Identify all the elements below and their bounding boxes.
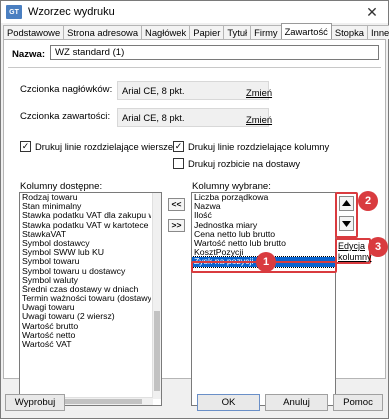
list-item[interactable]: Średni czas dostawy w dniach <box>20 285 151 294</box>
list-item[interactable]: Nazwa <box>192 202 335 211</box>
delivery-breakdown-label: Drukuj rozbicie na dostawy <box>188 158 301 169</box>
list-item[interactable]: Symbol towaru <box>20 257 151 266</box>
name-label: Nazwa: <box>12 49 46 60</box>
list-item[interactable]: Stawka podatku VAT w kartotece t <box>20 221 151 230</box>
arrow-up-icon <box>342 200 351 206</box>
available-items: Rodzaj towaru Stan minimalny Stawka podatk… <box>20 193 161 349</box>
edit-columns-line1: Edycja <box>338 241 366 251</box>
available-columns-label: Kolumny dostępne: <box>20 181 103 192</box>
list-item[interactable]: Symbol waluty <box>20 276 151 285</box>
list-item[interactable]: Rodzaj towaru <box>20 193 151 202</box>
tab-7[interactable]: Stopka <box>330 25 369 39</box>
close-icon[interactable]: ✕ <box>364 4 380 20</box>
selected-columns-list[interactable]: Liczba porządkowa Nazwa Ilość Jednostka mia… <box>191 192 336 406</box>
tab-4[interactable]: Tytuł <box>223 25 252 39</box>
list-item[interactable]: Liczba porządkowa <box>192 193 335 202</box>
available-columns-list[interactable]: Rodzaj towaru Stan minimalny Stawka podatk… <box>19 192 162 406</box>
window-title: Wzorzec wydruku <box>28 6 115 18</box>
ok-button[interactable]: OK <box>197 394 260 411</box>
move-down-button[interactable] <box>339 216 354 231</box>
list-item[interactable]: Cena netto lub brutto <box>192 230 335 239</box>
list-item[interactable]: Symbol dostawcy <box>20 239 151 248</box>
print-template-dialog: GT Wzorzec wydruku ✕ Podstawowe Strona ad… <box>0 0 389 419</box>
list-item[interactable]: Stan minimalny <box>20 202 151 211</box>
list-item[interactable]: Uwagi towaru <box>20 303 151 312</box>
list-item[interactable]: Symbol towaru u dostawcy <box>20 267 151 276</box>
move-up-button[interactable] <box>339 196 354 211</box>
list-item[interactable]: Wartość netto <box>20 331 151 340</box>
list-item[interactable]: Ilość <box>192 211 335 220</box>
row-lines-checkbox[interactable]: ✓ Drukuj linie rozdzielające wiersze <box>20 141 173 152</box>
list-item[interactable]: Wartość netto lub brutto <box>192 239 335 248</box>
cancel-label: Anuluj <box>283 397 310 408</box>
help-label: Pomoc <box>343 397 373 408</box>
print-test-button[interactable]: Wyprobuj <box>5 394 65 411</box>
list-item[interactable]: Wartość VAT <box>20 340 151 349</box>
list-item[interactable]: Wartość brutto <box>20 322 151 331</box>
tab-strip: Podstawowe Strona adresowa Nagłówek Papier T… <box>3 23 389 39</box>
list-item[interactable]: Termin ważności towaru (dostawy) <box>20 294 151 303</box>
annotation-badge-3: 3 <box>368 237 388 257</box>
remove-all-button[interactable]: >> <box>168 219 185 232</box>
selected-columns-label: Kolumny wybrane: <box>192 181 271 192</box>
help-button[interactable]: Pomoc <box>333 394 383 411</box>
available-vscroll[interactable] <box>152 193 161 399</box>
tab-1[interactable]: Strona adresowa <box>63 25 143 39</box>
edit-columns-line2: kolumny <box>338 252 372 262</box>
arrow-down-icon <box>342 221 351 227</box>
col-lines-checkbox[interactable]: ✓ Drukuj linie rozdzielające kolumny <box>173 141 329 152</box>
divider <box>8 67 381 68</box>
add-all-button[interactable]: << <box>168 198 185 211</box>
checkbox-box[interactable] <box>173 158 184 169</box>
ok-label: OK <box>221 397 236 408</box>
tab-8[interactable]: Inne <box>367 25 389 39</box>
list-item[interactable]: Stawka podatku VAT dla zakupu w <box>20 211 151 220</box>
list-item[interactable]: Uwagi towaru (2 wiersz) <box>20 312 151 321</box>
list-item[interactable]: Jednostka miary <box>192 221 335 230</box>
tab-2[interactable]: Nagłówek <box>141 25 191 39</box>
col-lines-label: Drukuj linie rozdzielające kolumny <box>188 141 330 152</box>
app-icon: GT <box>6 5 22 19</box>
annotation-badge-2: 2 <box>358 191 378 211</box>
tab-0[interactable]: Podstawowe <box>3 25 65 39</box>
change-content-font-link[interactable]: Zmień <box>246 114 272 125</box>
list-item[interactable]: Symbol SWW lub KU <box>20 248 151 257</box>
print-test-label: Wyprobuj <box>14 397 56 408</box>
name-input[interactable]: WZ standard (1) <box>50 45 379 60</box>
header-font-label: Czcionka nagłówków: <box>20 84 113 95</box>
checkbox-box[interactable]: ✓ <box>173 141 184 152</box>
tab-3[interactable]: Papier <box>189 25 225 39</box>
tab-6[interactable]: Zawartość <box>280 23 332 39</box>
change-header-font-link[interactable]: Zmień <box>246 87 272 98</box>
tab-5[interactable]: Firmy <box>250 25 282 39</box>
tab-panel-content: Nazwa: WZ standard (1) Czcionka nagłówkó… <box>3 39 386 406</box>
scroll-thumb[interactable] <box>154 311 160 391</box>
list-item[interactable]: StawkaVAT <box>20 230 151 239</box>
cancel-button[interactable]: Anuluj <box>265 394 328 411</box>
checkbox-box[interactable]: ✓ <box>20 141 31 152</box>
title-bar: GT Wzorzec wydruku ✕ <box>1 1 388 23</box>
content-font-label: Czcionka zawartości: <box>20 111 111 122</box>
row-lines-label: Drukuj linie rozdzielające wiersze <box>35 141 174 152</box>
delivery-breakdown-checkbox[interactable]: Drukuj rozbicie na dostawy <box>173 158 300 169</box>
edit-columns-button[interactable]: Edycja kolumny <box>338 241 372 263</box>
annotation-badge-1: 1 <box>256 252 276 272</box>
